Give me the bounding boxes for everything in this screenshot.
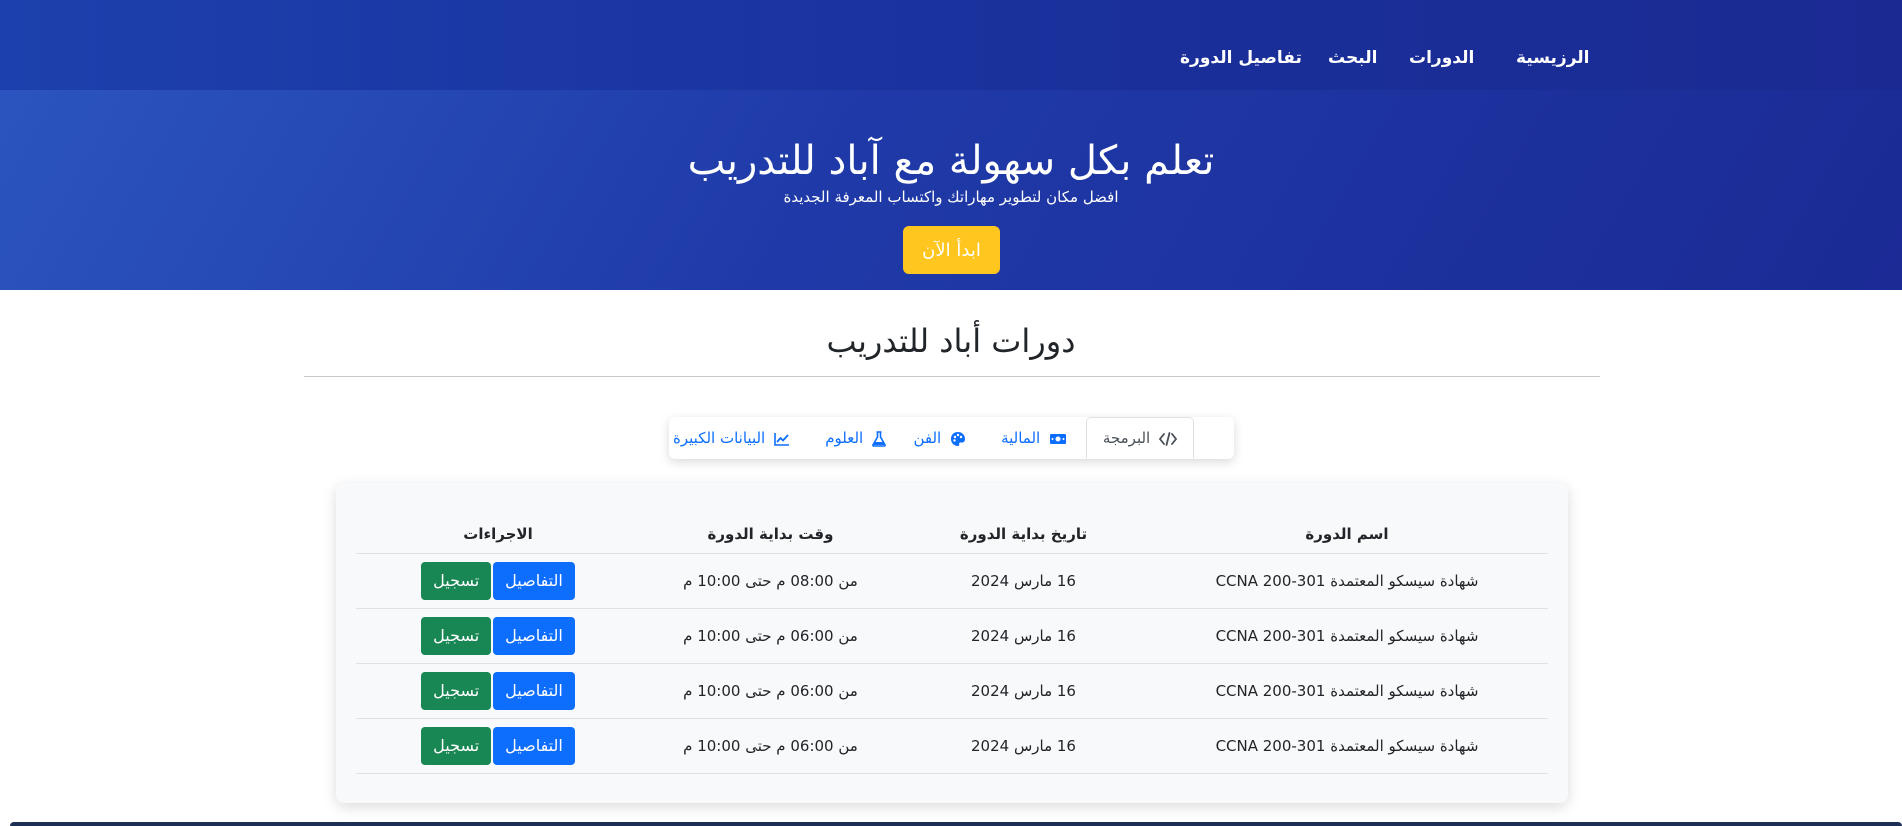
row-actions: التفاصيلتسجيل [356, 718, 640, 774]
course-time: من 06:00 م حتى 10:00 م [640, 663, 901, 719]
course-date: 16 مارس 2024 [901, 718, 1146, 774]
code-icon [1158, 431, 1178, 446]
details-button[interactable]: التفاصيل [493, 726, 575, 765]
start-now-button[interactable]: ابدأ الآن [903, 226, 1000, 274]
course-time: من 06:00 م حتى 10:00 م [640, 718, 901, 774]
money-icon [1050, 433, 1066, 444]
courses-table: اسم الدورة تاريخ بداية الدورة وقت بداية … [356, 507, 1548, 774]
navbar: الرزيسية الدورات البحث تفاصيل الدورة [0, 0, 1902, 90]
hero-section: الرزيسية الدورات البحث تفاصيل الدورة تعل… [0, 0, 1902, 290]
palette-icon [951, 431, 965, 446]
course-time: من 08:00 م حتى 10:00 م [640, 553, 901, 609]
register-button[interactable]: تسجيل [421, 671, 492, 710]
tab-programming[interactable]: البرمجة [1085, 417, 1194, 459]
hero-subtitle: افضل مكان لتطوير مهاراتك واكتساب المعرفة… [783, 188, 1119, 206]
course-name: شهادة سيسكو المعتمدة CCNA 200-301 [1146, 553, 1548, 609]
details-button[interactable]: التفاصيل [493, 616, 575, 655]
row-actions: التفاصيلتسجيل [356, 608, 640, 664]
category-tabs: البرمجة المالية الفن العلوم البيانات الك… [669, 417, 1234, 459]
table-row: شهادة سيسكو المعتمدة CCNA 200-301 16 مار… [356, 608, 1548, 664]
header-actions: الاجراءات [356, 507, 640, 554]
course-name: شهادة سيسكو المعتمدة CCNA 200-301 [1146, 608, 1548, 664]
section-divider [304, 376, 1600, 377]
tab-finance[interactable]: المالية [985, 417, 1083, 459]
register-button[interactable]: تسجيل [421, 726, 492, 765]
nav-link-search[interactable]: البحث [1328, 48, 1377, 68]
section-title: دورات أباد للتدريب [826, 322, 1076, 360]
details-button[interactable]: التفاصيل [493, 561, 575, 600]
tab-science[interactable]: العلوم [809, 417, 902, 459]
table-header-row: اسم الدورة تاريخ بداية الدورة وقت بداية … [356, 507, 1548, 554]
table-row: شهادة سيسكو المعتمدة CCNA 200-301 16 مار… [356, 718, 1548, 774]
tab-art[interactable]: الفن [897, 417, 982, 459]
nav-link-course-details[interactable]: تفاصيل الدورة [1180, 48, 1302, 68]
nav-link-home[interactable]: الرزيسية [1516, 48, 1590, 68]
course-time: من 06:00 م حتى 10:00 م [640, 608, 901, 664]
register-button[interactable]: تسجيل [421, 561, 492, 600]
course-date: 16 مارس 2024 [901, 608, 1146, 664]
tab-label: البرمجة [1102, 429, 1151, 447]
course-name: شهادة سيسكو المعتمدة CCNA 200-301 [1146, 718, 1548, 774]
footer-edge [10, 822, 1902, 826]
course-name: شهادة سيسكو المعتمدة CCNA 200-301 [1146, 663, 1548, 719]
details-button[interactable]: التفاصيل [493, 671, 575, 710]
row-actions: التفاصيلتسجيل [356, 553, 640, 609]
chart-line-icon [774, 432, 789, 446]
nav-link-courses[interactable]: الدورات [1409, 48, 1474, 68]
flask-icon [872, 430, 886, 447]
register-button[interactable]: تسجيل [421, 616, 492, 655]
courses-card: اسم الدورة تاريخ بداية الدورة وقت بداية … [336, 483, 1568, 803]
hero-title: تعلم بكل سهولة مع آباد للتدريب [687, 138, 1215, 184]
table-row: شهادة سيسكو المعتمدة CCNA 200-301 16 مار… [356, 663, 1548, 719]
table-row: شهادة سيسكو المعتمدة CCNA 200-301 16 مار… [356, 553, 1548, 609]
row-actions: التفاصيلتسجيل [356, 663, 640, 719]
course-date: 16 مارس 2024 [901, 663, 1146, 719]
tab-label: المالية [1001, 429, 1041, 447]
header-start-time: وقت بداية الدورة [640, 507, 901, 554]
tab-label: العلوم [825, 429, 864, 447]
header-course-name: اسم الدورة [1146, 507, 1548, 554]
tab-label: الفن [913, 429, 942, 447]
header-start-date: تاريخ بداية الدورة [901, 507, 1146, 554]
course-date: 16 مارس 2024 [901, 553, 1146, 609]
tab-big-data[interactable]: البيانات الكبيرة [657, 417, 806, 459]
tab-label: البيانات الكبيرة [673, 429, 766, 447]
